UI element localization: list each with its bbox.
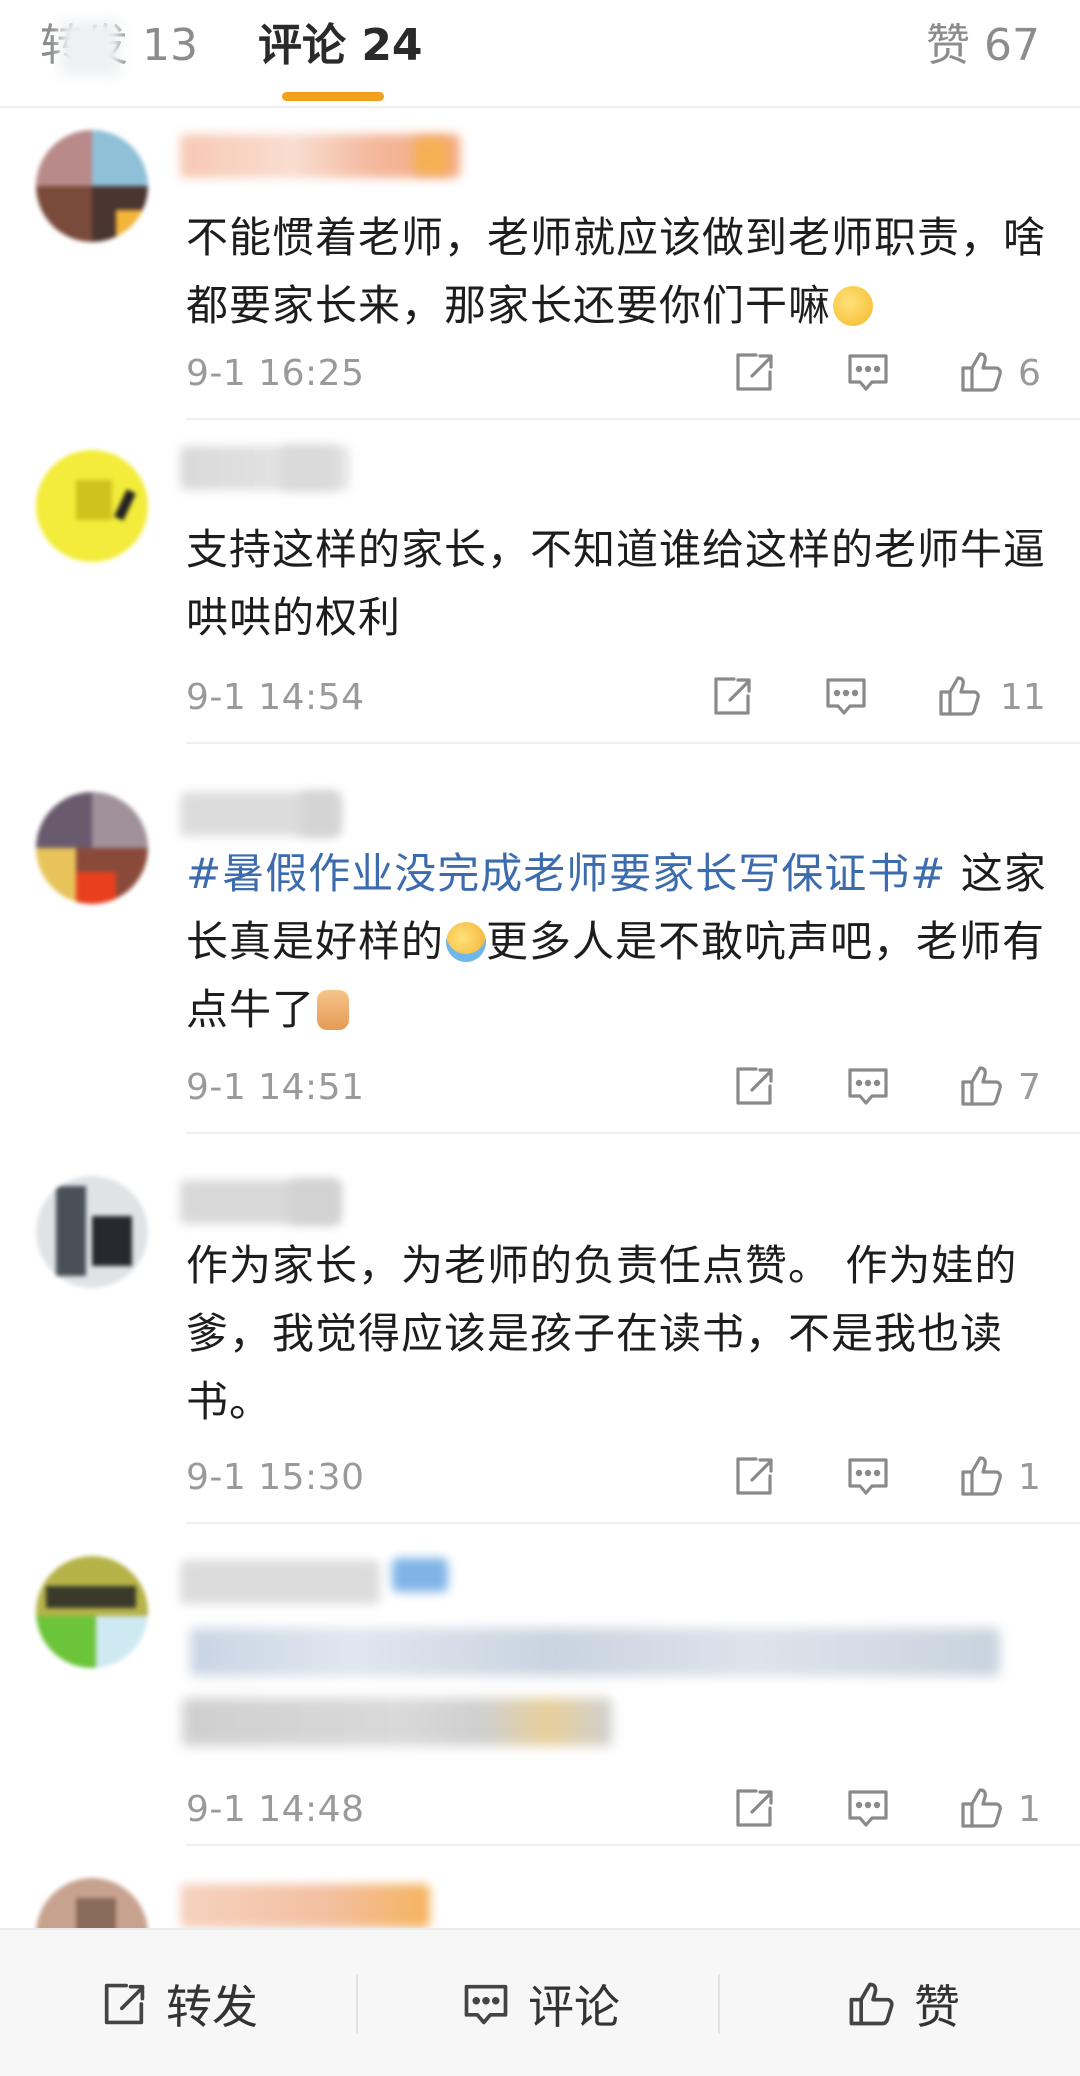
comment-time: 9-1 16:25 (186, 353, 365, 394)
thumbs-up-icon[interactable] (958, 348, 1006, 396)
thumbs-up-emoji-icon (317, 990, 350, 1030)
comment-meta: 9-1 14:48 1 (186, 1784, 1046, 1834)
like-count: 11 (1000, 677, 1046, 718)
thumbs-up-icon[interactable] (958, 1784, 1006, 1832)
divider (718, 1974, 720, 2034)
share-icon (104, 1983, 145, 2025)
like-count: 7 (1018, 1067, 1041, 1108)
comment-text: 不能惯着老师，老师就应该做到老师职责，啥都要家长来，那家长还要你们干嘛 (186, 213, 1047, 330)
reply-icon[interactable] (844, 1784, 892, 1832)
share-icon[interactable] (730, 1784, 778, 1832)
blur-mask (60, 20, 120, 76)
username-blurred[interactable] (180, 1560, 380, 1604)
divider (186, 1132, 1080, 1134)
thumbs-up-icon (849, 1982, 894, 2026)
like-label: 赞 (914, 1980, 960, 2034)
username-blurred[interactable] (180, 1884, 430, 1928)
tab-bar: 转发 13 评论 24 赞 67 (0, 0, 1080, 108)
comment-meta: 9-1 16:25 6 (186, 348, 1046, 398)
comment-icon (464, 1984, 508, 2025)
divider (186, 1844, 1080, 1846)
like-count: 1 (1018, 1457, 1041, 1498)
badge-blurred (392, 1558, 448, 1592)
share-icon[interactable] (730, 1452, 778, 1500)
badge-blurred (414, 138, 448, 174)
tab-comment[interactable]: 评论 24 (258, 18, 423, 74)
reply-icon[interactable] (844, 348, 892, 396)
comment-time: 9-1 14:51 (186, 1067, 365, 1108)
comment-text: #暑假作业没完成老师要家长写保证书# 这家长真是好样的 更多人是不敢吭声吧，老师有… (186, 849, 1047, 1034)
comment-meta: 9-1 14:54 11 (186, 672, 1046, 722)
username-blurred (300, 792, 340, 836)
thumbs-up-icon[interactable] (936, 672, 984, 720)
repost-label: 转发 (166, 1980, 258, 2034)
username-blurred (290, 1180, 340, 1224)
reply-icon[interactable] (822, 672, 870, 720)
comment-time: 9-1 14:48 (186, 1789, 365, 1830)
smile-emoji-icon (833, 286, 874, 326)
laugh-cry-emoji-icon (446, 922, 487, 962)
reply-icon[interactable] (844, 1062, 892, 1110)
comment-time: 9-1 14:54 (186, 677, 365, 718)
divider (186, 1522, 1080, 1524)
share-icon[interactable] (730, 1062, 778, 1110)
thumbs-up-icon[interactable] (958, 1452, 1006, 1500)
hashtag-link[interactable]: #暑假作业没完成老师要家长写保证书# (186, 849, 946, 898)
comment-text-blurred (182, 1698, 612, 1746)
like-count: 6 (1018, 353, 1041, 394)
avatar[interactable] (36, 1176, 148, 1288)
divider (356, 1974, 358, 2034)
comment-button[interactable]: 评论 (460, 1972, 620, 2036)
comment-time: 9-1 15:30 (186, 1457, 365, 1498)
username-blurred (280, 446, 340, 490)
share-icon[interactable] (708, 672, 756, 720)
reply-icon[interactable] (844, 1452, 892, 1500)
divider (186, 742, 1080, 744)
thumbs-up-icon[interactable] (958, 1062, 1006, 1110)
avatar[interactable] (36, 130, 148, 242)
share-icon[interactable] (730, 348, 778, 396)
divider (186, 418, 1080, 420)
avatar[interactable] (36, 450, 148, 562)
avatar[interactable] (36, 792, 148, 904)
avatar[interactable] (36, 1556, 148, 1668)
comment-meta: 9-1 15:30 1 (186, 1452, 1046, 1502)
like-count: 1 (1018, 1789, 1041, 1830)
like-button[interactable]: 赞 (846, 1972, 960, 2036)
bottom-action-bar: 转发 评论 赞 (0, 1928, 1080, 2076)
tab-like[interactable]: 赞 67 (926, 18, 1040, 74)
active-tab-indicator (282, 92, 384, 101)
comment-text: 支持这样的家长，不知道谁给这样的老师牛逼哄哄的权利 (186, 525, 1047, 642)
comment-meta: 9-1 14:51 7 (186, 1062, 1046, 1112)
comment-text: 作为家长，为老师的负责任点赞。 作为娃的爹，我觉得应该是孩子在读书，不是我也读书… (186, 1241, 1018, 1426)
comment-label: 评论 (528, 1980, 620, 2034)
repost-button[interactable]: 转发 (98, 1972, 258, 2036)
comment-text-blurred (190, 1628, 1000, 1676)
